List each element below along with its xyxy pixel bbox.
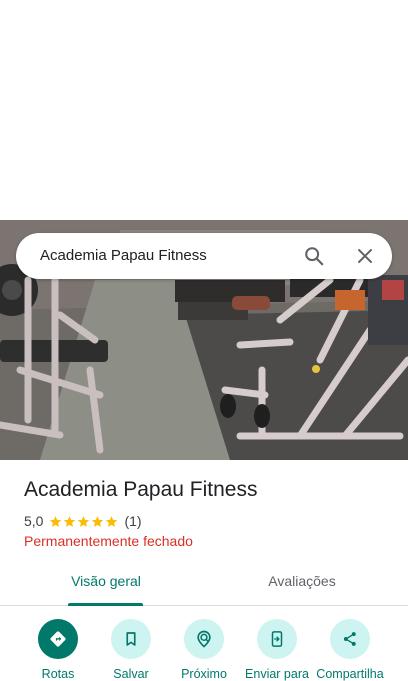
close-button[interactable] [349, 240, 381, 272]
star-icon [92, 515, 104, 527]
search-button[interactable] [298, 240, 330, 272]
share-icon [343, 632, 356, 646]
map-area-blank [0, 0, 408, 220]
tab-reviews[interactable]: Avaliações [255, 562, 349, 605]
close-icon [358, 249, 372, 263]
bookmark-icon [126, 632, 136, 646]
star-icon [78, 515, 90, 527]
rating-row[interactable]: 5,0 (1) [24, 512, 142, 530]
share-button-circle [330, 619, 370, 659]
search-bar[interactable]: Academia Papau Fitness [16, 233, 392, 279]
share-button[interactable]: Compartilha [310, 619, 390, 681]
star-icon [64, 515, 76, 527]
nearby-button-circle [184, 619, 224, 659]
search-icon [305, 247, 324, 266]
search-query[interactable]: Academia Papau Fitness [40, 233, 207, 279]
star-icon [50, 515, 62, 527]
star-icon [106, 515, 118, 527]
review-count: (1) [124, 513, 142, 529]
send-to-phone-button-circle [257, 619, 297, 659]
rating-stars [49, 515, 119, 528]
tab-bar: Visão geral Avaliações [0, 562, 408, 606]
share-label: Compartilha [316, 667, 384, 681]
send-to-phone-icon [271, 631, 283, 647]
place-name: Academia Papau Fitness [24, 478, 258, 501]
save-button-circle [111, 619, 151, 659]
directions-icon [50, 631, 66, 647]
rating-value: 5,0 [24, 513, 44, 529]
tab-overview[interactable]: Visão geral [60, 562, 152, 605]
nearby-icon [197, 630, 211, 648]
directions-button-circle [38, 619, 78, 659]
status-closed: Permanentemente fechado [24, 533, 193, 549]
tab-active-indicator [68, 603, 143, 606]
